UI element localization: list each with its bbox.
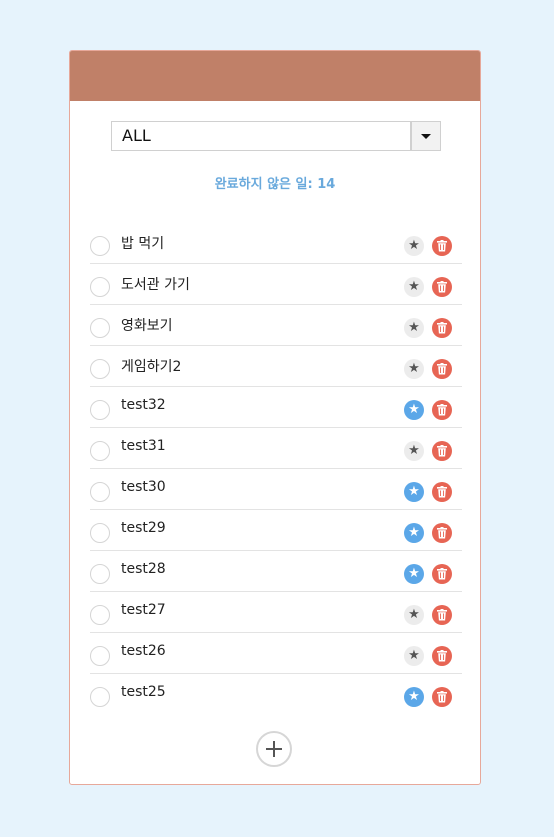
star-icon[interactable]: ★ xyxy=(404,482,424,502)
trash-icon xyxy=(437,445,447,457)
complete-checkbox[interactable] xyxy=(90,318,110,338)
todo-item: test27 ★ xyxy=(90,592,462,633)
trash-icon xyxy=(437,650,447,662)
todo-text: test28 xyxy=(121,561,166,577)
todo-text: test30 xyxy=(121,479,166,495)
todo-text: test29 xyxy=(121,520,166,536)
todo-text: 밥 먹기 xyxy=(121,236,165,252)
todo-item: test26 ★ xyxy=(90,633,462,674)
delete-button[interactable] xyxy=(432,441,452,461)
add-todo-button[interactable] xyxy=(256,731,292,767)
delete-button[interactable] xyxy=(432,359,452,379)
star-icon[interactable]: ★ xyxy=(404,236,424,256)
todo-item: test28 ★ xyxy=(90,551,462,592)
trash-icon xyxy=(437,322,447,334)
todo-item: 영화보기 ★ xyxy=(90,305,462,346)
filter-dropdown-button[interactable] xyxy=(411,121,441,151)
complete-checkbox[interactable] xyxy=(90,400,110,420)
todo-text: 영화보기 xyxy=(121,318,173,334)
delete-button[interactable] xyxy=(432,236,452,256)
star-icon[interactable]: ★ xyxy=(404,277,424,297)
star-icon[interactable]: ★ xyxy=(404,564,424,584)
remaining-count: 완료하지 않은 일: 14 xyxy=(214,177,336,192)
trash-icon xyxy=(437,404,447,416)
filter-selected-value[interactable]: ALL xyxy=(111,121,411,151)
star-icon[interactable]: ★ xyxy=(404,441,424,461)
todo-item: 밥 먹기 ★ xyxy=(90,223,462,264)
delete-button[interactable] xyxy=(432,564,452,584)
todo-item: test31 ★ xyxy=(90,428,462,469)
todo-item: test29 ★ xyxy=(90,510,462,551)
complete-checkbox[interactable] xyxy=(90,277,110,297)
complete-checkbox[interactable] xyxy=(90,646,110,666)
delete-button[interactable] xyxy=(432,482,452,502)
star-icon[interactable]: ★ xyxy=(404,605,424,625)
todo-item: 게임하기2 ★ xyxy=(90,346,462,387)
complete-checkbox[interactable] xyxy=(90,482,110,502)
complete-checkbox[interactable] xyxy=(90,605,110,625)
complete-checkbox[interactable] xyxy=(90,687,110,707)
todo-text: test27 xyxy=(121,602,166,618)
todo-card: ALL 완료하지 않은 일: 14 밥 먹기 ★ 도서관 가기 ★ 영화보기 ★ 게임하기2… xyxy=(69,50,481,785)
todo-text: test32 xyxy=(121,397,166,413)
delete-button[interactable] xyxy=(432,646,452,666)
todo-text: 게임하기2 xyxy=(121,359,182,375)
star-icon[interactable]: ★ xyxy=(404,523,424,543)
todo-text: test31 xyxy=(121,438,166,454)
card-header xyxy=(70,51,480,101)
todo-list: 밥 먹기 ★ 도서관 가기 ★ 영화보기 ★ 게임하기2 ★ test32 ★ test31 ★ tes… xyxy=(90,223,462,715)
trash-icon xyxy=(437,568,447,580)
todo-text: test26 xyxy=(121,643,166,659)
complete-checkbox[interactable] xyxy=(90,236,110,256)
delete-button[interactable] xyxy=(432,318,452,338)
delete-button[interactable] xyxy=(432,523,452,543)
delete-button[interactable] xyxy=(432,277,452,297)
star-icon[interactable]: ★ xyxy=(404,318,424,338)
filter-select[interactable]: ALL xyxy=(111,121,441,151)
star-icon[interactable]: ★ xyxy=(404,359,424,379)
trash-icon xyxy=(437,609,447,621)
delete-button[interactable] xyxy=(432,605,452,625)
complete-checkbox[interactable] xyxy=(90,441,110,461)
trash-icon xyxy=(437,691,447,703)
trash-icon xyxy=(437,527,447,539)
todo-item: test25 ★ xyxy=(90,674,462,715)
complete-checkbox[interactable] xyxy=(90,359,110,379)
todo-text: test25 xyxy=(121,684,166,700)
plus-icon-vertical xyxy=(273,741,275,757)
chevron-down-icon xyxy=(421,134,431,139)
star-icon[interactable]: ★ xyxy=(404,687,424,707)
delete-button[interactable] xyxy=(432,687,452,707)
trash-icon xyxy=(437,240,447,252)
trash-icon xyxy=(437,281,447,293)
todo-item: test32 ★ xyxy=(90,387,462,428)
trash-icon xyxy=(437,486,447,498)
trash-icon xyxy=(437,363,447,375)
todo-item: 도서관 가기 ★ xyxy=(90,264,462,305)
complete-checkbox[interactable] xyxy=(90,564,110,584)
todo-item: test30 ★ xyxy=(90,469,462,510)
todo-text: 도서관 가기 xyxy=(121,277,190,293)
star-icon[interactable]: ★ xyxy=(404,646,424,666)
delete-button[interactable] xyxy=(432,400,452,420)
star-icon[interactable]: ★ xyxy=(404,400,424,420)
complete-checkbox[interactable] xyxy=(90,523,110,543)
